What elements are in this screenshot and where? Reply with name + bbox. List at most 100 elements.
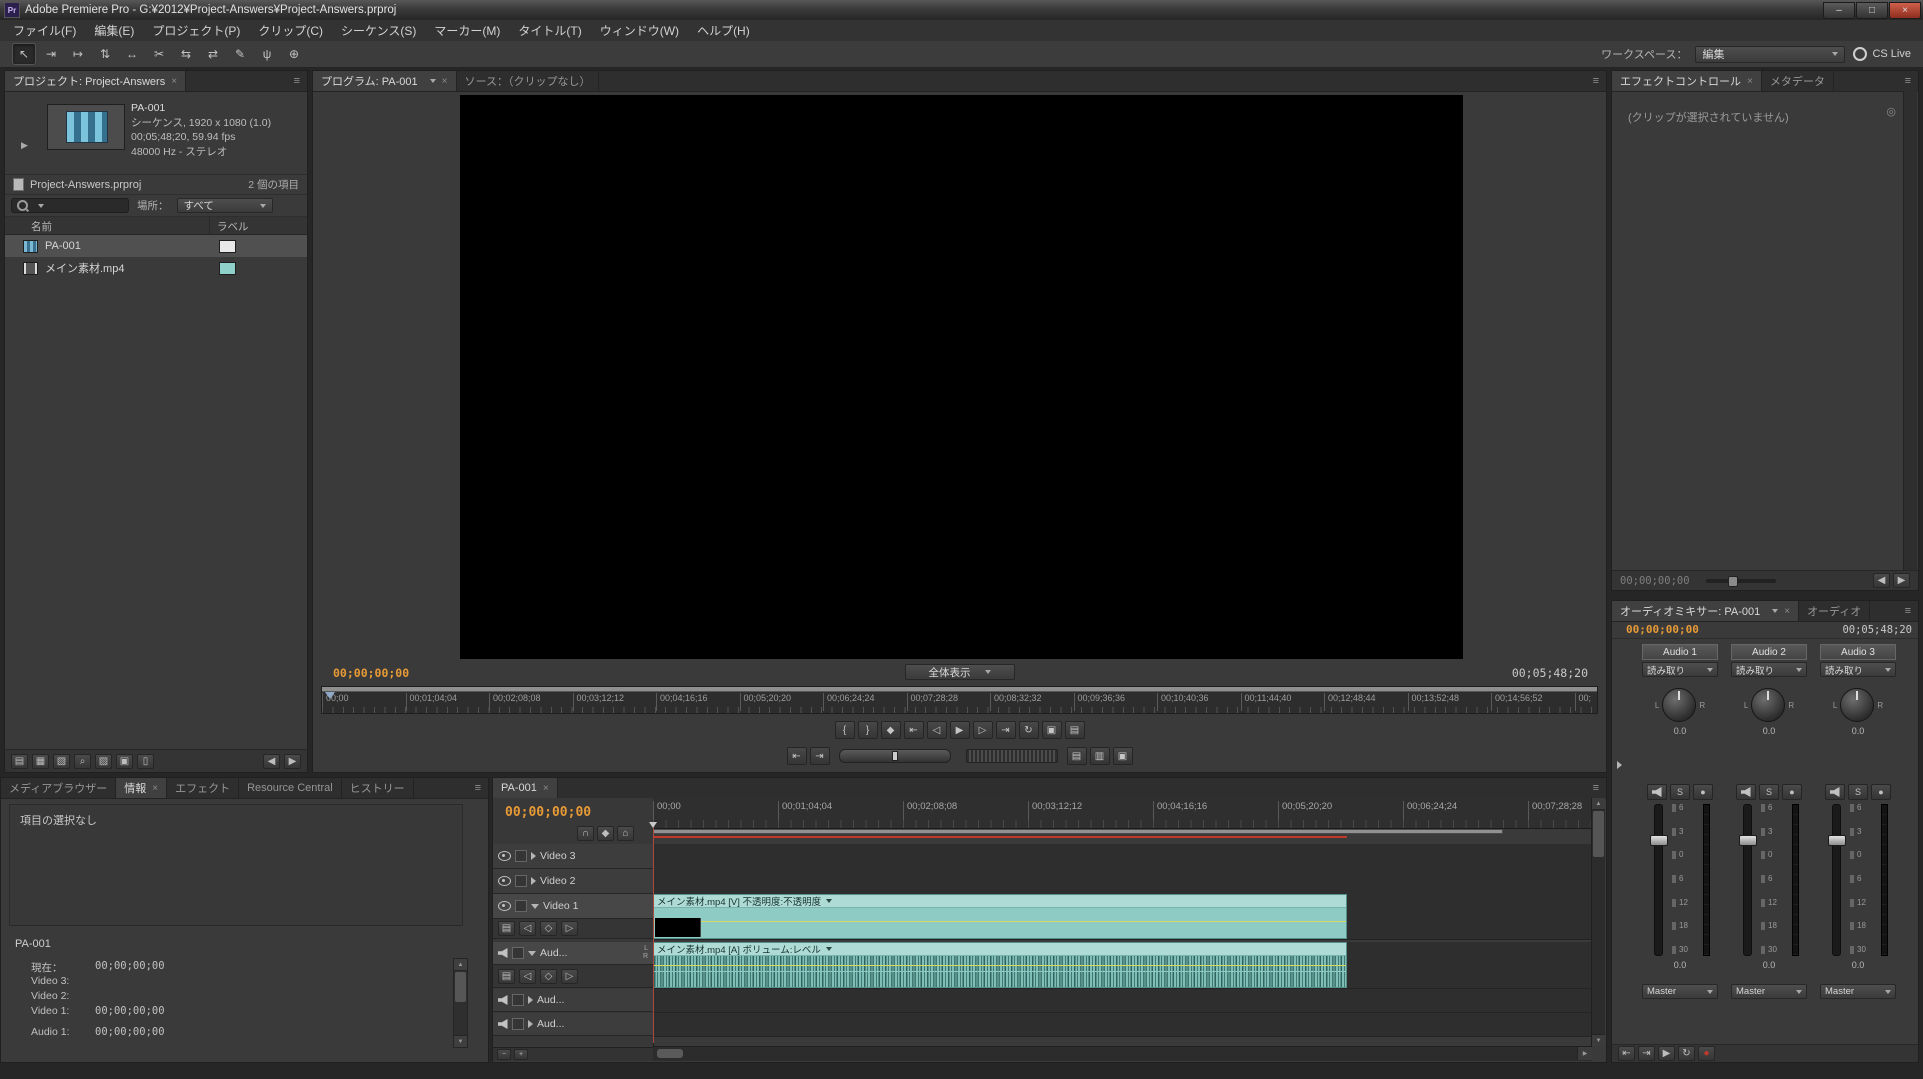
fader-handle[interactable] <box>1739 835 1757 846</box>
play-button[interactable]: ▶ <box>1658 1046 1675 1061</box>
menu-clip[interactable]: クリップ(C) <box>249 20 332 41</box>
rolling-edit-tool[interactable]: ⇅ <box>93 43 117 65</box>
timeline-current-time[interactable]: 00;00;00;00 <box>505 805 591 820</box>
expand-track-icon[interactable] <box>531 877 536 885</box>
tab-project[interactable]: プロジェクト: Project-Answers × <box>5 71 187 91</box>
next-keyframe-button[interactable]: ▶ <box>1893 573 1910 588</box>
zoom-tool[interactable]: ⊕ <box>282 43 306 65</box>
info-scrollbar[interactable]: ▲ ▼ <box>453 958 468 1048</box>
record-arm-button[interactable]: ● <box>1871 784 1891 800</box>
playhead-handle[interactable] <box>649 822 657 828</box>
clear-button[interactable]: ▯ <box>137 753 154 769</box>
video-clip[interactable]: メイン素材.mp4 [V] 不透明度:不透明度 <box>653 894 1347 939</box>
menu-edit[interactable]: 編集(E) <box>85 20 143 41</box>
timeline-ruler[interactable]: 00;00 00;01;04;04 00;02;08;08 00;03;12;12 00… <box>653 798 1591 829</box>
search-input[interactable] <box>48 199 123 212</box>
sync-lock-icon[interactable] <box>515 875 527 887</box>
sync-lock-icon[interactable] <box>512 947 524 959</box>
column-name[interactable]: 名前 <box>31 219 52 234</box>
panel-menu-icon[interactable]: ≡ <box>1898 71 1918 91</box>
pan-value[interactable]: 0.0 <box>1642 726 1718 736</box>
work-area-bar[interactable] <box>322 687 1597 692</box>
lane-video2[interactable] <box>653 869 1592 895</box>
next-keyframe-button[interactable]: ▷ <box>561 921 578 936</box>
effects-sends-expander[interactable] <box>1617 761 1622 769</box>
close-tab-icon[interactable]: × <box>171 76 177 87</box>
sync-lock-icon[interactable] <box>515 850 527 862</box>
toggle-track-output-icon[interactable] <box>498 1019 508 1029</box>
toggle-track-output-icon[interactable] <box>498 876 511 886</box>
zoom-out-button[interactable]: − <box>497 1049 511 1060</box>
tab-media-browser[interactable]: メディアブラウザー <box>1 778 117 798</box>
set-marker-button[interactable]: ◆ <box>597 826 614 841</box>
panel-menu-icon[interactable]: ≡ <box>1586 778 1606 798</box>
panel-menu-icon[interactable]: ≡ <box>287 71 307 91</box>
panel-menu-icon[interactable]: ≡ <box>1586 71 1606 91</box>
set-encore-chapter-button[interactable]: ⌂ <box>617 826 634 841</box>
scroll-left-button[interactable]: ◀ <box>263 753 280 769</box>
column-divider[interactable] <box>209 217 210 234</box>
rate-stretch-tool[interactable]: ↔ <box>120 43 144 65</box>
list-view-button[interactable]: ▤ <box>11 753 28 769</box>
pan-knob[interactable] <box>1751 688 1786 722</box>
prev-keyframe-button[interactable]: ◁ <box>519 921 536 936</box>
lane-audio2[interactable] <box>653 989 1592 1013</box>
set-in-button[interactable]: { <box>834 721 855 739</box>
close-tab-icon[interactable]: × <box>442 76 448 87</box>
lift-button[interactable]: ▤ <box>1066 747 1087 765</box>
workspace-select[interactable]: 編集 <box>1695 45 1846 63</box>
menu-project[interactable]: プロジェクト(P) <box>143 20 249 41</box>
location-select[interactable]: すべて <box>176 198 273 213</box>
go-to-in-button[interactable]: ⇤ <box>1618 1046 1635 1061</box>
toggle-track-output-icon[interactable] <box>498 901 511 911</box>
project-item-sequence[interactable]: PA-001 <box>5 235 307 257</box>
new-bin-button[interactable]: ▨ <box>95 753 112 769</box>
automation-mode-select[interactable]: 読み取り <box>1731 662 1807 677</box>
scroll-down-icon[interactable]: ▼ <box>454 1035 467 1047</box>
zoom-slider[interactable] <box>1705 575 1776 587</box>
ripple-edit-tool[interactable]: ↦ <box>66 43 90 65</box>
set-out-button[interactable]: } <box>857 721 878 739</box>
collapse-track-icon[interactable] <box>528 950 536 956</box>
minimize-button[interactable]: – <box>1823 1 1855 19</box>
close-button[interactable]: × <box>1889 1 1921 19</box>
scrollbar-handle[interactable] <box>657 1049 683 1058</box>
prev-edit-button[interactable]: ⇤ <box>786 747 807 765</box>
prev-keyframe-button[interactable]: ◀ <box>1873 573 1890 588</box>
close-tab-icon[interactable]: × <box>543 783 549 794</box>
add-marker-button[interactable]: ◆ <box>880 721 901 739</box>
maximize-button[interactable]: □ <box>1856 1 1888 19</box>
hand-tool[interactable]: ψ <box>255 43 279 65</box>
snap-toggle[interactable]: ∩ <box>577 826 594 841</box>
tab-effect-controls[interactable]: エフェクトコントロール × <box>1612 71 1762 91</box>
expand-track-icon[interactable] <box>528 996 533 1004</box>
loop-button[interactable]: ↻ <box>1678 1046 1695 1061</box>
solo-button[interactable]: S <box>1848 784 1868 800</box>
output-button[interactable]: ▤ <box>1064 721 1085 739</box>
next-keyframe-button[interactable]: ▷ <box>561 968 578 984</box>
output-select[interactable]: Master <box>1820 984 1896 999</box>
mute-button[interactable] <box>1736 784 1756 800</box>
tab-audio[interactable]: オーディオ <box>1799 601 1871 621</box>
menu-file[interactable]: ファイル(F) <box>4 20 85 41</box>
timeline-vertical-scrollbar[interactable]: ▲ ▼ <box>1591 798 1605 1046</box>
scrollbar-handle[interactable] <box>1593 811 1604 857</box>
jog-control[interactable] <box>965 749 1058 763</box>
menu-marker[interactable]: マーカー(M) <box>425 20 509 41</box>
new-item-button[interactable]: ▣ <box>116 753 133 769</box>
fader-handle[interactable] <box>1828 835 1846 846</box>
output-select[interactable]: Master <box>1731 984 1807 999</box>
volume-fader[interactable] <box>1739 804 1757 956</box>
razor-tool[interactable]: ✂ <box>147 43 171 65</box>
effects-scrollbar[interactable] <box>1903 91 1917 570</box>
go-to-out-button[interactable]: ⇥ <box>1638 1046 1655 1061</box>
tab-info[interactable]: 情報 × <box>116 778 168 798</box>
solo-button[interactable]: S <box>1670 784 1690 800</box>
menu-sequence[interactable]: シーケンス(S) <box>332 20 425 41</box>
fader-handle[interactable] <box>1650 835 1668 846</box>
go-to-out-button[interactable]: ⇥ <box>995 721 1016 739</box>
close-tab-icon[interactable]: × <box>1747 76 1753 87</box>
audio-clip[interactable]: メイン素材.mp4 [A] ボリューム:レベル <box>653 942 1347 988</box>
mute-button[interactable] <box>1647 784 1667 800</box>
sync-lock-icon[interactable] <box>515 900 527 912</box>
